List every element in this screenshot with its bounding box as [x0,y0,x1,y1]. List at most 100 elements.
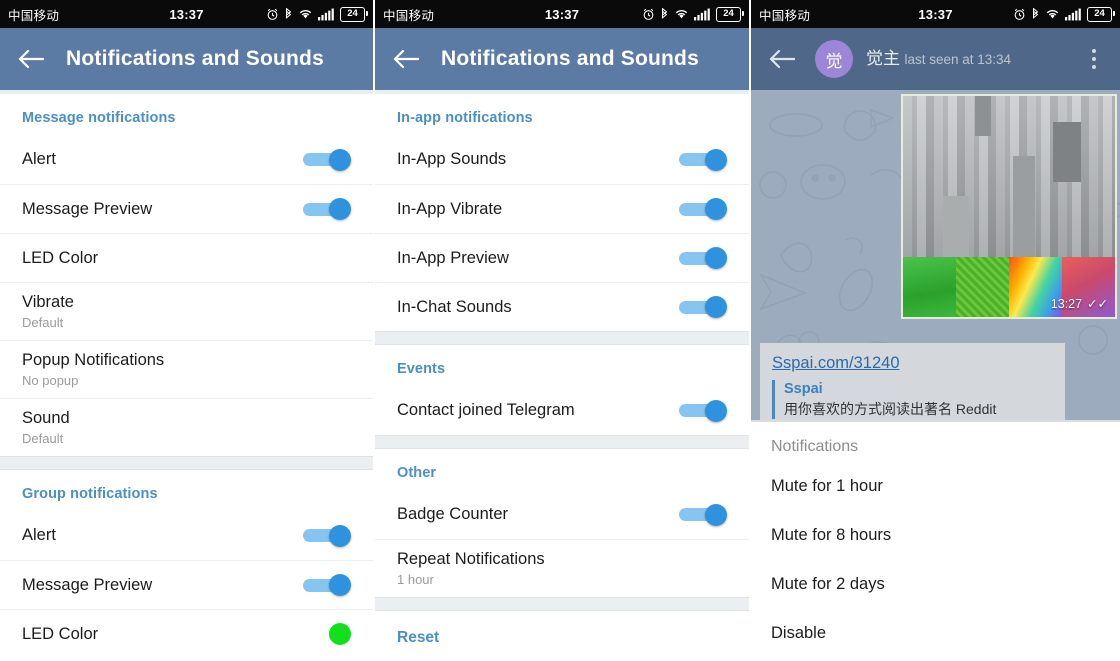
row-group-alert[interactable]: Alert [0,511,373,560]
signal-icon [1065,8,1082,21]
row-badge-counter[interactable]: Badge Counter [375,490,749,539]
status-bar: 中国移动 13:37 24 [0,0,373,28]
row-value: Default [22,315,64,331]
toggle-message-alert[interactable] [303,148,351,171]
back-button[interactable] [765,42,799,76]
row-label: In-App Preview [397,248,509,267]
menu-item-mute-1-hour[interactable]: Mute for 1 hour [751,462,1120,511]
settings-list-2: In-app notifications In-App Sounds In-Ap… [375,94,749,661]
section-divider [375,331,749,345]
row-repeat-notifications[interactable]: Repeat Notifications 1 hour [375,539,749,597]
panel-chat-notifications-menu: 中国移动 13:37 24 觉 觉主 last seen at 13:34 13… [751,0,1120,661]
row-label: Badge Counter [397,505,508,524]
section-header-group-notifications: Group notifications [22,486,158,502]
link-description: 用你喜欢的方式阅读出著名 Reddit [784,401,997,418]
app-bar: Notifications and Sounds [375,28,749,90]
menu-title: Notifications [771,438,859,455]
signal-icon [694,8,711,21]
avatar[interactable]: 觉 [815,40,853,78]
row-label: Popup Notifications [22,351,165,370]
chat-screen: 觉 觉主 last seen at 13:34 13:27 ✓✓ Sspai.c… [751,28,1120,661]
chat-app-bar: 觉 觉主 last seen at 13:34 [751,28,1120,90]
section-header-other: Other [397,465,437,481]
row-label: Repeat Notifications [397,550,545,569]
toggle-in-app-preview[interactable] [679,247,727,269]
alarm-icon [1013,8,1026,21]
bluetooth-icon [660,7,669,21]
status-icons: 24 [266,6,368,22]
app-bar: Notifications and Sounds [0,28,373,90]
row-label: Alert [22,150,56,169]
screenshot-triptych: 中国移动 13:37 24 Notifications and Sounds M… [0,0,1120,661]
battery-icon: 24 [716,6,744,22]
message-meta: 13:27 ✓✓ [1050,296,1108,312]
row-message-sound[interactable]: Sound Default [0,398,373,456]
row-in-app-sounds[interactable]: In-App Sounds [375,135,749,184]
toggle-message-preview[interactable] [303,198,351,220]
photo-message[interactable]: 13:27 ✓✓ [901,94,1117,319]
row-label: In-App Sounds [397,150,507,169]
toggle-in-app-sounds[interactable] [679,148,727,171]
signal-icon [318,8,335,21]
row-in-chat-sounds[interactable]: In-Chat Sounds [375,282,749,331]
row-label: In-App Vibrate [397,199,503,218]
back-button[interactable] [14,42,48,76]
message-time: 13:27 [1050,296,1083,311]
page-title: Notifications and Sounds [441,47,699,70]
section-divider [375,597,749,611]
row-label: Message Preview [22,199,153,218]
row-contact-joined-telegram[interactable]: Contact joined Telegram [375,386,749,435]
toggle-group-alert[interactable] [303,524,351,547]
row-in-app-vibrate[interactable]: In-App Vibrate [375,184,749,233]
notifications-context-menu: Notifications Mute for 1 hour Mute for 8… [751,420,1120,661]
row-message-alert[interactable]: Alert [0,135,373,184]
wifi-icon [674,8,689,20]
toggle-badge-counter[interactable] [679,503,727,526]
contact-status: last seen at 13:34 [904,51,1012,67]
reset-button[interactable]: Reset [375,611,749,661]
photo-image [903,96,1115,257]
chat-message-area: 13:27 ✓✓ Sspai.com/31240 Sspai 用你喜欢的方式阅读… [751,90,1120,661]
row-value: Default [22,431,64,447]
row-group-led-color[interactable]: LED Color [0,609,373,658]
battery-icon: 24 [1087,6,1115,22]
row-message-preview[interactable]: Message Preview [0,184,373,233]
menu-item-mute-8-hours[interactable]: Mute for 8 hours [751,511,1120,560]
row-label: LED Color [22,624,99,643]
toggle-group-message-preview[interactable] [303,574,351,596]
row-message-led-color[interactable]: LED Color [0,233,373,282]
link-site-name: Sspai [784,380,823,397]
row-label: Contact joined Telegram [397,401,575,420]
bluetooth-icon [1031,7,1040,21]
wifi-icon [298,8,313,20]
row-value: No popup [22,373,79,389]
wifi-icon [1045,8,1060,20]
led-color-swatch[interactable] [329,623,351,645]
alarm-icon [642,8,655,21]
status-bar: 中国移动 13:37 24 [751,0,1120,28]
status-icons: 24 [1013,6,1115,22]
settings-list-1: Message notifications Alert Message Prev… [0,94,373,658]
row-label: Message Preview [22,575,153,594]
row-value: 1 hour [397,572,434,588]
row-group-message-preview[interactable]: Message Preview [0,560,373,609]
read-receipt-icon: ✓✓ [1087,297,1108,311]
status-icons: 24 [642,6,744,22]
toggle-in-app-vibrate[interactable] [679,198,727,220]
panel-notifications-settings-2: 中国移动 13:37 24 Notifications and Sounds I… [373,0,751,661]
row-popup-notifications[interactable]: Popup Notifications No popup [0,340,373,398]
section-divider [0,456,373,470]
back-button[interactable] [389,42,423,76]
chat-contact-info[interactable]: 觉主 last seen at 13:34 [866,49,1078,69]
toggle-in-chat-sounds[interactable] [679,296,727,318]
menu-item-disable[interactable]: Disable [751,609,1120,658]
row-in-app-preview[interactable]: In-App Preview [375,233,749,282]
link-url[interactable]: Sspai.com/31240 [772,353,1053,374]
link-preview-message[interactable]: Sspai.com/31240 Sspai 用你喜欢的方式阅读出著名 Reddi… [760,343,1065,429]
status-bar: 中国移动 13:37 24 [375,0,749,28]
row-message-vibrate[interactable]: Vibrate Default [0,282,373,340]
toggle-contact-joined-telegram[interactable] [679,399,727,422]
kebab-menu-icon[interactable] [1078,37,1110,81]
menu-item-mute-2-days[interactable]: Mute for 2 days [751,560,1120,609]
battery-icon: 24 [340,6,368,22]
